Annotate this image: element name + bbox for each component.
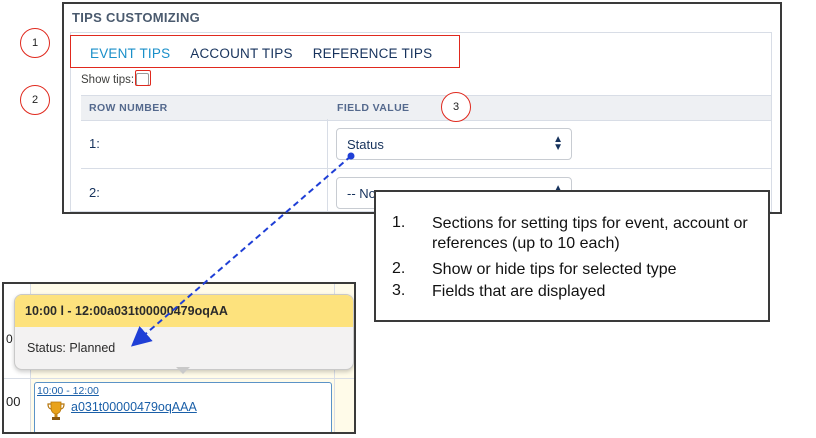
table-row: 1: Status ▲ ▼ [81,120,771,169]
tips-customizing-panel: TIPS CUSTOMIZING EVENT TIPS ACCOUNT TIPS… [62,2,782,214]
column-header-field-value: FIELD VALUE [337,102,410,114]
legend-number: 1. [392,214,406,231]
time-label: 0 [6,332,13,346]
checkbox-highlight-box [135,70,151,86]
legend-text: Fields that are displayed [432,283,606,300]
callout-1: 1 [20,28,50,58]
tabs-highlight-box [70,35,460,68]
legend-text: Sections for setting tips for event, acc… [432,215,748,252]
calendar-event[interactable]: 10:00 - 12:00 a031t00000479oqAAA [34,382,332,432]
tooltip-body: Status: Planned [27,341,116,355]
event-tooltip: 10:00 l - 12:00a031t00000479oqAA Status:… [14,294,354,370]
table-header: ROW NUMBER FIELD VALUE [81,95,771,121]
event-name-link[interactable]: a031t00000479oqAAA [71,400,197,414]
field-value-select[interactable]: Status ▲ ▼ [336,128,572,160]
select-value: Status [347,137,384,152]
tooltip-pointer [176,367,190,374]
tooltip-header: 10:00 l - 12:00a031t00000479oqAA [15,295,353,327]
legend-box: 1. Sections for setting tips for event, … [374,190,770,322]
select-arrows-icon: ▲▼ [553,134,563,153]
event-time-link[interactable]: 10:00 - 12:00 [37,385,99,397]
trophy-icon [47,401,65,420]
calendar-preview-panel: 0 00 10:00 - 12:00 a031t00000479oqAAA 10… [2,282,356,434]
legend-text: Show or hide tips for selected type [432,261,677,278]
row-number: 1: [89,136,100,151]
callout-3: 3 [441,92,471,122]
legend-number: 3. [392,282,406,299]
row-number: 2: [89,185,100,200]
tooltip-title: 10:00 l - 12:00a031t00000479oqAA [25,304,228,318]
show-tips-label: Show tips: [81,73,135,86]
column-header-row-number: ROW NUMBER [89,102,168,114]
callout-2: 2 [20,85,50,115]
time-label: 00 [6,394,21,409]
calendar-gridline [4,378,354,379]
legend-number: 2. [392,260,406,277]
panel-title: TIPS CUSTOMIZING [72,10,201,25]
